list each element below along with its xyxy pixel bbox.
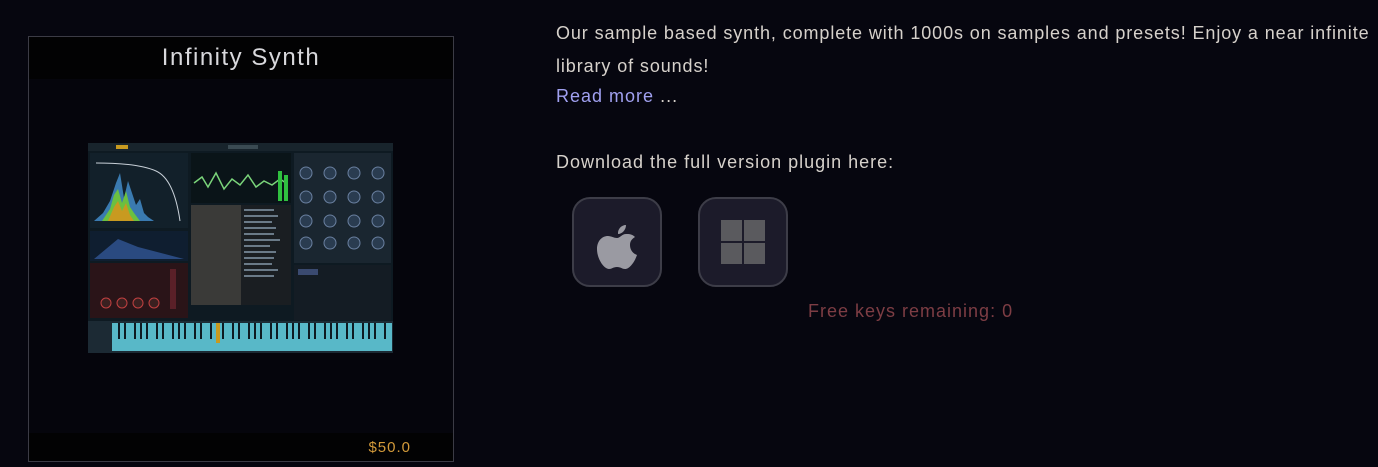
price-bar: $50.0 — [29, 433, 453, 461]
windows-icon — [721, 220, 765, 264]
download-label: Download the full version plugin here: — [556, 152, 895, 172]
product-title: Infinity Synth — [29, 37, 453, 79]
plugin-screenshot — [88, 143, 393, 353]
free-keys-remaining: Free keys remaining: 0 — [808, 301, 1014, 321]
product-price: $50.0 — [368, 439, 411, 456]
plugin-screenshot-graphic — [88, 143, 393, 353]
download-windows-button[interactable] — [698, 197, 788, 287]
read-more-link[interactable]: Read more ... — [556, 86, 678, 107]
read-more-label[interactable]: Read more — [556, 86, 654, 106]
product-card[interactable]: Infinity Synth $50.0 — [28, 36, 454, 462]
apple-icon — [597, 225, 637, 269]
download-mac-button[interactable] — [572, 197, 662, 287]
read-more-ellipsis: ... — [660, 86, 679, 106]
product-page: Infinity Synth $50.0 Our sample based sy… — [0, 0, 1378, 467]
product-description: Our sample based synth, complete with 10… — [556, 23, 1370, 76]
